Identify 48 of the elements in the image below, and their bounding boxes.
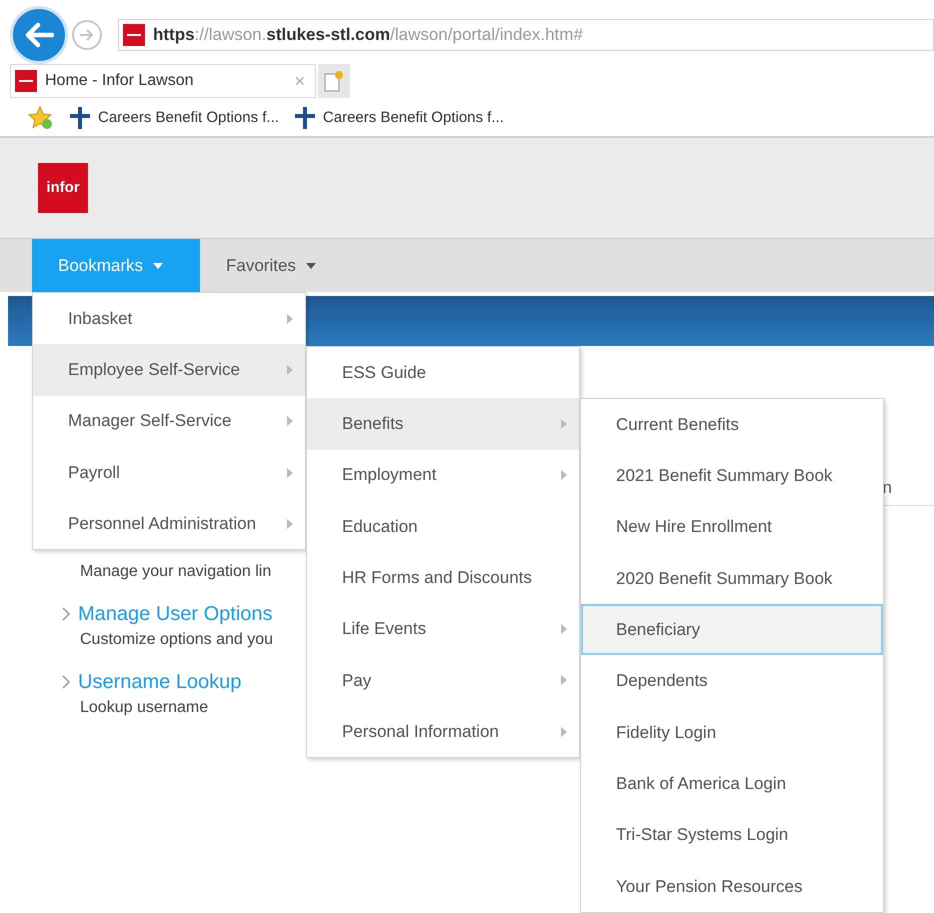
menu-item[interactable]: New Hire Enrollment <box>581 502 883 553</box>
infor-logo: infor <box>38 163 88 213</box>
forward-button[interactable] <box>72 20 102 50</box>
menu-item[interactable]: Employee Self-Service <box>33 344 305 396</box>
link-description: Customize options and you <box>80 630 273 650</box>
bookmark-link[interactable]: Careers Benefit Options f... <box>98 106 279 130</box>
menu-item[interactable]: Education <box>307 500 579 552</box>
cross-icon <box>68 106 92 130</box>
new-tab-button[interactable] <box>318 64 350 98</box>
chevron-icon <box>62 607 70 621</box>
menu-item[interactable]: 2021 Benefit Summary Book <box>581 450 883 502</box>
menu-item[interactable]: Payroll <box>33 446 305 498</box>
back-arrow-icon <box>24 22 54 48</box>
menu-item[interactable]: Manager Self-Service <box>33 396 305 447</box>
menu-item[interactable]: Employment <box>307 450 579 501</box>
menu-item[interactable]: Personnel Administration <box>33 498 305 550</box>
address-field[interactable]: https://lawson.stlukes-stl.com/lawson/portal/index.htm# <box>118 19 934 51</box>
menu-item[interactable]: Pay <box>307 654 579 706</box>
chevron-icon <box>62 675 70 689</box>
nav-menu-button[interactable]: Favorites <box>200 239 342 292</box>
menu-item[interactable]: Inbasket <box>33 293 305 344</box>
menu-item[interactable]: 2020 Benefit Summary Book <box>581 552 883 604</box>
menu-item[interactable]: HR Forms and Discounts <box>307 552 579 604</box>
bookmark-link[interactable]: Careers Benefit Options f... <box>322 106 504 130</box>
menu-item[interactable]: Bank of America Login <box>581 758 883 810</box>
site-favicon-icon <box>123 24 145 46</box>
menu-item[interactable]: Tri-Star Systems Login <box>581 809 883 861</box>
tab-title: Home - Infor Lawson <box>45 71 195 91</box>
forward-arrow-icon <box>79 28 95 42</box>
cross-icon <box>292 106 317 130</box>
url-text: https://lawson.stlukes-stl.com/lawson/portal/index.htm# <box>153 24 583 46</box>
caret-icon <box>306 262 316 268</box>
star-icon[interactable] <box>28 106 54 130</box>
menu-item[interactable]: Dependents <box>581 655 883 707</box>
menu-item[interactable]: Current Benefits <box>581 399 883 450</box>
caret-icon <box>153 262 164 268</box>
site-favicon-icon <box>15 70 37 92</box>
link-description: Lookup username <box>80 698 208 718</box>
menu-item[interactable]: ESS Guide <box>307 347 579 398</box>
browser-tab[interactable]: Home - Infor Lawson × <box>10 64 316 98</box>
menu-item[interactable]: Your Pension Resources <box>581 860 883 912</box>
menu-item[interactable]: Personal Information <box>307 706 579 758</box>
new-tab-page-icon <box>324 70 344 92</box>
menu-item[interactable]: Benefits <box>307 398 579 450</box>
menu-item[interactable]: Fidelity Login <box>581 706 883 758</box>
menu-item[interactable]: Beneficiary <box>581 604 883 656</box>
link-description: Manage your navigation lin <box>80 562 272 582</box>
menu-item[interactable]: Life Events <box>307 603 579 655</box>
